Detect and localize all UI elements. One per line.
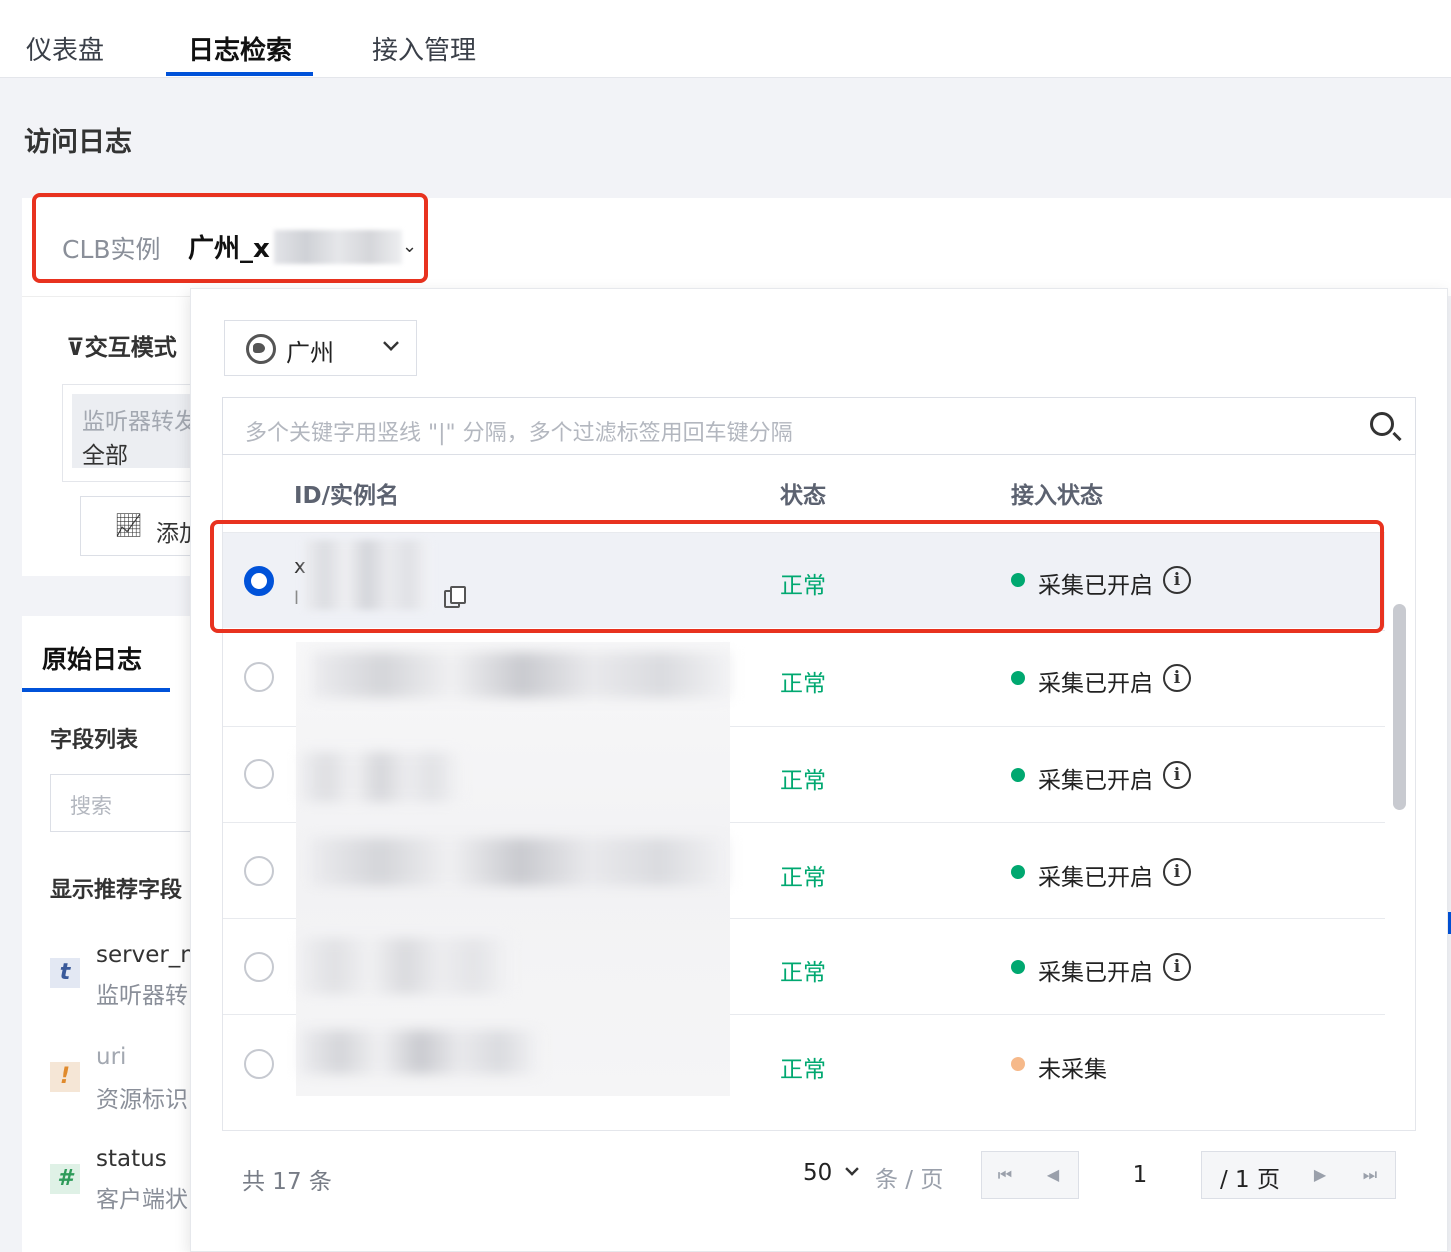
collect-status-dot <box>1011 768 1025 782</box>
raw-log-tab-indicator <box>22 688 170 692</box>
info-icon[interactable]: i <box>1163 664 1191 692</box>
collect-status: 采集已开启 <box>1038 865 1153 891</box>
column-header-id: ID/实例名 <box>294 483 400 509</box>
redacted-smudge <box>312 652 732 698</box>
field-desc: 监听器转 <box>96 983 188 1009</box>
page-size-select[interactable]: 50 <box>803 1160 832 1186</box>
collect-status-dot <box>1011 960 1025 974</box>
page-number-input[interactable]: 1 <box>1078 1151 1202 1199</box>
per-page-label: 条 / 页 <box>875 1167 944 1193</box>
prev-page-icon[interactable]: ◀ <box>1029 1151 1077 1199</box>
redacted-smudge <box>300 1030 540 1074</box>
listener-tag-label: 监听器转发 <box>82 409 192 435</box>
collect-status: 未采集 <box>1038 1057 1107 1083</box>
globe-icon <box>246 334 276 364</box>
region-label: 广州 <box>286 339 334 367</box>
field-desc: 客户端状 <box>96 1187 188 1213</box>
row-radio[interactable] <box>244 1049 274 1079</box>
field-desc: 资源标识 <box>96 1087 188 1113</box>
redacted-smudge <box>300 938 510 994</box>
redacted-smudge <box>300 752 460 802</box>
field-name[interactable]: uri <box>96 1044 126 1070</box>
warning-type-icon: ! <box>50 1062 80 1092</box>
tab-log-search[interactable]: 日志检索 <box>188 30 292 67</box>
recommended-fields-toggle[interactable]: 显示推荐字段 <box>50 872 192 904</box>
instance-status: 正常 <box>780 671 826 697</box>
chart-line-icon: 📈︎ <box>114 513 144 539</box>
redacted-smudge <box>310 838 730 886</box>
last-page-icon[interactable]: ⏭ <box>1346 1151 1394 1199</box>
column-header-status: 状态 <box>780 483 826 509</box>
collect-status-dot <box>1011 865 1025 879</box>
tab-raw-log[interactable]: 原始日志 <box>42 640 142 676</box>
instance-status: 正常 <box>780 960 826 986</box>
number-type-icon: # <box>50 1164 80 1194</box>
field-name[interactable]: server_n <box>96 942 192 968</box>
page-total: / 1 页 <box>1220 1167 1281 1193</box>
collect-status: 采集已开启 <box>1038 768 1153 794</box>
collect-status: 采集已开启 <box>1038 960 1153 986</box>
tab-access-management[interactable]: 接入管理 <box>372 30 476 67</box>
row-radio[interactable] <box>244 662 274 692</box>
add-chart-label: 添加 <box>156 521 192 547</box>
search-icon[interactable] <box>1370 412 1394 436</box>
column-header-access-status: 接入状态 <box>1011 483 1103 509</box>
collect-status-dot <box>1011 671 1025 685</box>
page-title: 访问日志 <box>24 127 132 158</box>
field-name[interactable]: status <box>96 1146 167 1172</box>
instance-status: 正常 <box>780 865 826 891</box>
instance-status: 正常 <box>780 1057 826 1083</box>
interaction-mode-toggle[interactable]: ⊽交互模式 <box>66 328 177 362</box>
field-search-placeholder: 搜索 <box>70 794 112 818</box>
text-type-icon: t <box>50 958 80 988</box>
row-radio[interactable] <box>244 856 274 886</box>
collect-status: 采集已开启 <box>1038 671 1153 697</box>
info-icon[interactable]: i <box>1163 761 1191 789</box>
clb-selector-highlight <box>32 193 428 283</box>
tab-dashboard[interactable]: 仪表盘 <box>26 30 104 67</box>
selected-row-highlight <box>210 520 1384 633</box>
total-count: 共 17 条 <box>242 1169 332 1195</box>
field-list-title: 字段列表 <box>50 728 139 753</box>
collect-status-dot <box>1011 1057 1025 1071</box>
instance-status: 正常 <box>780 768 826 794</box>
instance-filter-placeholder: 多个关键字用竖线 "|" 分隔，多个过滤标签用回车键分隔 <box>245 421 793 446</box>
scrollbar-thumb[interactable] <box>1393 604 1406 810</box>
listener-tag-value: 全部 <box>82 443 128 469</box>
info-icon[interactable]: i <box>1163 858 1191 886</box>
info-icon[interactable]: i <box>1163 953 1191 981</box>
row-radio[interactable] <box>244 952 274 982</box>
filter-icon: ⊽ <box>66 335 85 361</box>
active-tab-indicator <box>166 72 313 76</box>
first-page-icon[interactable]: ⏮ <box>981 1151 1029 1199</box>
row-radio[interactable] <box>244 759 274 789</box>
next-page-icon[interactable]: ▶ <box>1296 1151 1344 1199</box>
